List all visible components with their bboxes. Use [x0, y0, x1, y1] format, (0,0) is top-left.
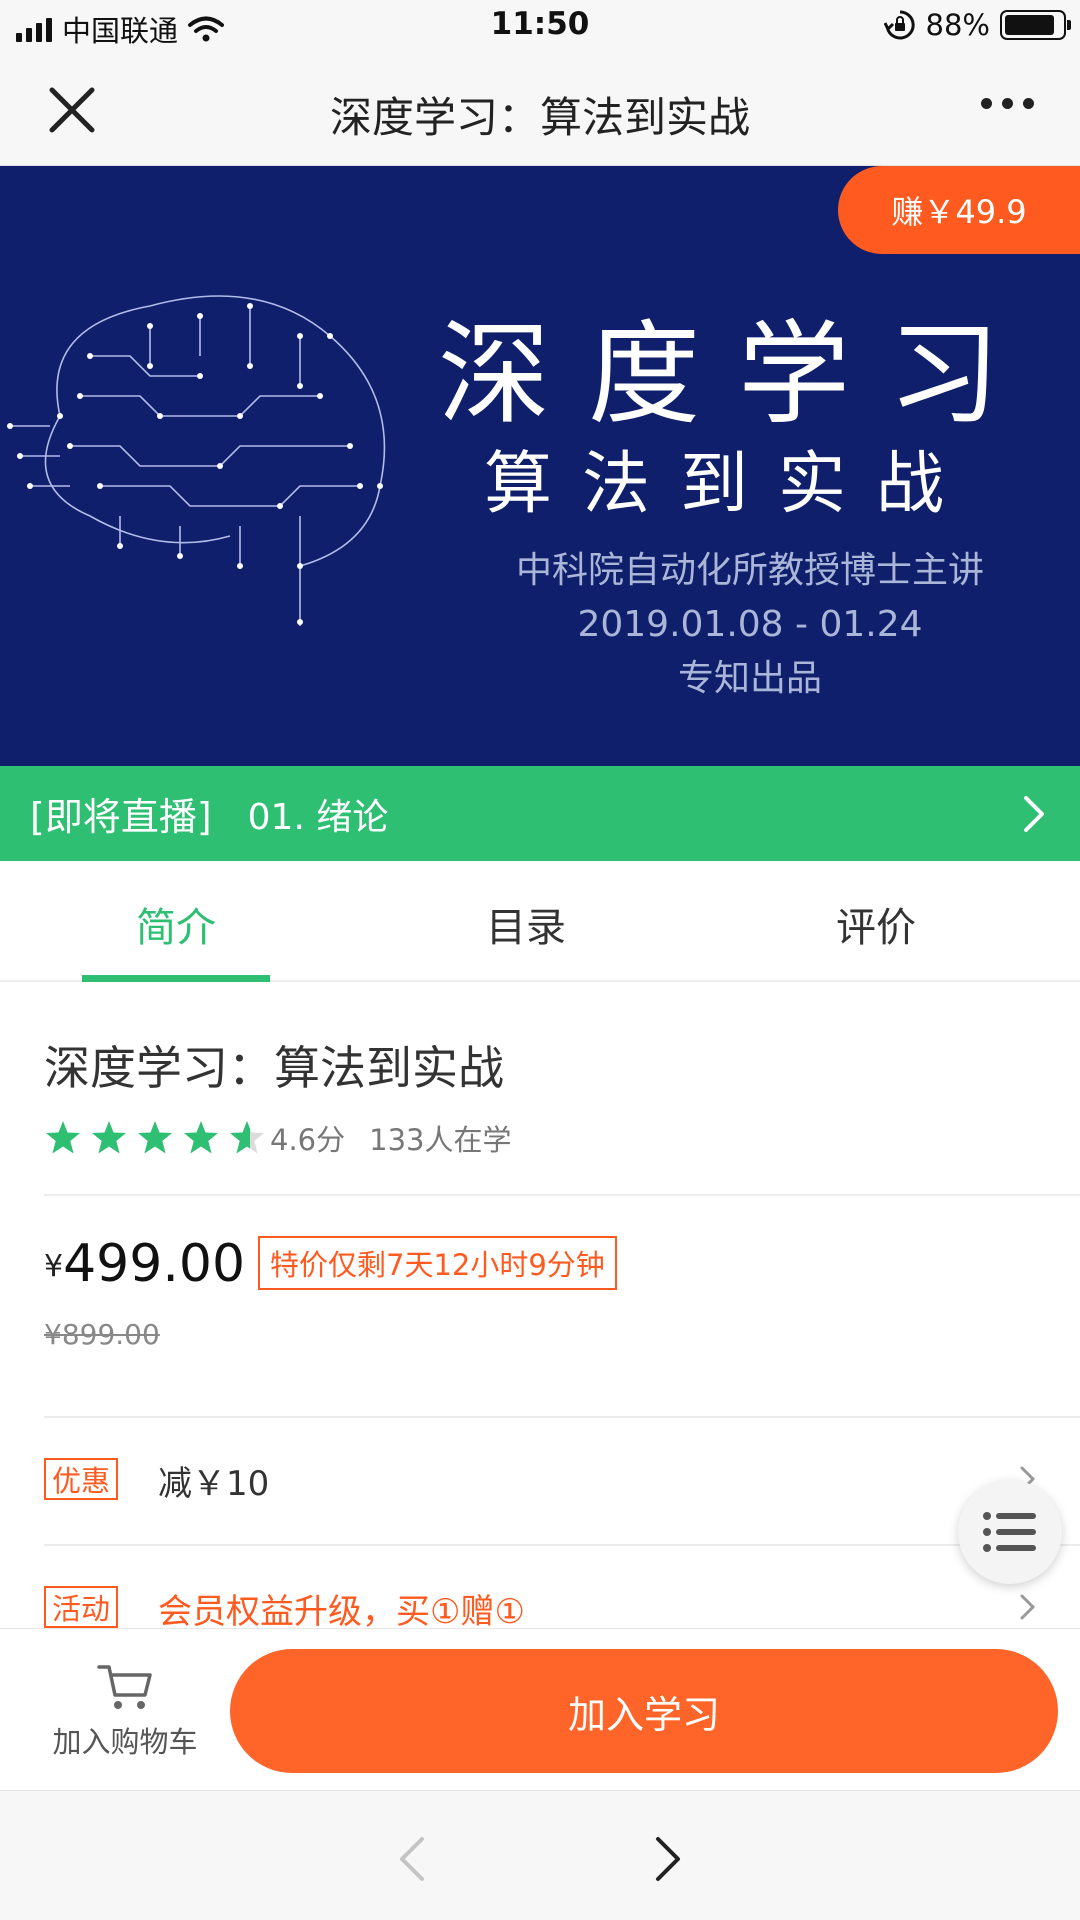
banner-details: 中科院自动化所教授博士主讲 2019.01.08 - 01.24 专知出品 [460, 544, 1040, 706]
currency-symbol: ¥ [44, 1249, 64, 1284]
active-tab-indicator [82, 975, 270, 982]
star-icon [184, 1121, 218, 1154]
list-icon [983, 1512, 1036, 1552]
activity-text: 会员权益升级，买①赠① [158, 1592, 525, 1628]
more-icon[interactable] [981, 98, 1034, 109]
browser-toolbar [0, 1790, 1080, 1920]
banner-dates: 2019.01.08 - 01.24 [577, 604, 923, 645]
course-banner[interactable]: 赚￥49.9 深度学习 算法到实战 中科院自动化所教授博士主讲 2019.01.… [0, 166, 1080, 766]
price-row: ¥ 499.00 [44, 1234, 245, 1294]
earn-badge[interactable]: 赚￥49.9 [838, 166, 1080, 254]
banner-producer: 专知出品 [677, 658, 822, 699]
banner-lecturer: 中科院自动化所教授博士主讲 [515, 550, 984, 591]
battery-icon [1000, 10, 1071, 40]
banner-subtitle: 算法到实战 [484, 445, 975, 524]
join-course-button[interactable]: 加入学习 [230, 1649, 1058, 1773]
half-star-icon [230, 1121, 264, 1154]
cart-icon [97, 1665, 152, 1709]
star-icon [138, 1121, 172, 1154]
bottom-action-bar: 加入购物车 加入学习 [0, 1628, 1080, 1790]
divider [44, 1194, 1080, 1196]
live-tag: [即将直播] [30, 795, 212, 839]
rating-score: 4.6分 [270, 1123, 346, 1157]
star-icon [46, 1121, 80, 1154]
coupon-tag: 优惠 [44, 1458, 119, 1500]
learner-count: 133人在学 [369, 1123, 512, 1157]
current-price: 499.00 [63, 1234, 246, 1294]
original-price: ¥899.00 [44, 1318, 160, 1351]
chevron-right-icon [1024, 796, 1044, 832]
tab-catalog[interactable]: 目录 [346, 895, 706, 953]
live-lesson: 01. 绪论 [247, 796, 389, 838]
star-icon [92, 1121, 126, 1154]
rating-row: 4.6分 133人在学 [44, 1116, 511, 1160]
battery-percent: 88% [925, 8, 990, 42]
back-arrow-icon[interactable] [394, 1835, 428, 1883]
page-title: 深度学习：算法到实战 [329, 93, 750, 142]
activity-row[interactable]: 活动 会员权益升级，买①赠① [0, 1546, 1080, 1628]
coupon-text: 减￥10 [158, 1464, 270, 1504]
chevron-right-icon [1020, 1594, 1036, 1620]
nav-bar: 深度学习：算法到实战 [0, 54, 1080, 166]
activity-tag: 活动 [44, 1586, 119, 1628]
course-title: 深度学习：算法到实战 [44, 1041, 504, 1095]
banner-title: 深度学习 [438, 310, 1038, 440]
rotation-lock-icon [883, 10, 915, 40]
discount-countdown: 特价仅剩7天12小时9分钟 [258, 1236, 617, 1290]
circuit-brain-illustration [7, 295, 386, 626]
add-to-cart-label: 加入购物车 [52, 1725, 198, 1759]
coupon-row[interactable]: 优惠 减￥10 [0, 1418, 1080, 1538]
status-right: 88% [883, 8, 1071, 42]
tab-reviews[interactable]: 评价 [696, 895, 1056, 953]
forward-arrow-icon[interactable] [652, 1835, 686, 1883]
tab-intro[interactable]: 简介 [0, 895, 356, 953]
status-bar: 中国联通 11:50 88% [0, 0, 1080, 54]
rating-stars [44, 1119, 266, 1157]
tab-bar: 简介 目录 评价 [0, 861, 1080, 982]
floating-list-button[interactable] [958, 1480, 1062, 1584]
upcoming-live-bar[interactable]: [即将直播] 01. 绪论 [0, 766, 1080, 861]
add-to-cart-button[interactable]: 加入购物车 [30, 1661, 220, 1761]
